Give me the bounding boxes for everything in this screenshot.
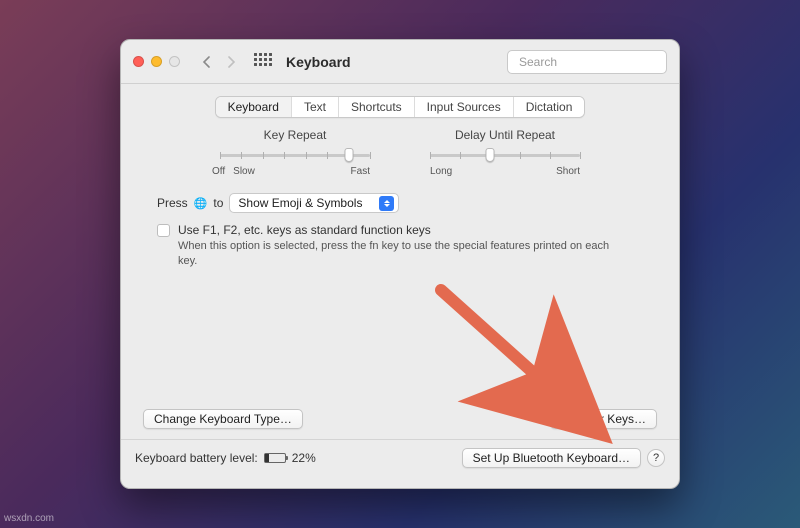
delay-repeat-label: Delay Until Repeat: [430, 128, 580, 142]
chevron-left-icon: [202, 56, 212, 68]
key-repeat-legend-slow: Slow: [233, 166, 255, 177]
modifier-keys-button[interactable]: Modifier Keys…: [550, 409, 657, 429]
battery-icon: [264, 453, 286, 463]
key-repeat-label: Key Repeat: [220, 128, 370, 142]
fn-keys-label: Use F1, F2, etc. keys as standard functi…: [178, 223, 618, 237]
slider-row: Key Repeat Off Slow: [121, 128, 679, 177]
fn-keys-row: Use F1, F2, etc. keys as standard functi…: [157, 223, 643, 269]
help-button[interactable]: ?: [647, 449, 665, 467]
zoom-button[interactable]: [169, 56, 180, 67]
key-repeat-group: Key Repeat Off Slow: [220, 128, 370, 177]
tab-shortcuts[interactable]: Shortcuts: [339, 97, 415, 117]
battery-percent: 22%: [292, 451, 316, 465]
search-input[interactable]: [519, 55, 674, 69]
back-button[interactable]: [196, 51, 218, 73]
search-field[interactable]: [507, 50, 667, 74]
content-pane: Keyboard Text Shortcuts Input Sources Di…: [121, 84, 679, 488]
tab-input-sources[interactable]: Input Sources: [415, 97, 514, 117]
delay-repeat-slider[interactable]: [430, 148, 580, 164]
nav-buttons: [196, 51, 242, 73]
tab-keyboard[interactable]: Keyboard: [216, 97, 292, 117]
setup-bluetooth-keyboard-button[interactable]: Set Up Bluetooth Keyboard…: [462, 448, 641, 468]
minimize-button[interactable]: [151, 56, 162, 67]
keyboard-action-buttons: Change Keyboard Type… Modifier Keys…: [143, 409, 657, 429]
window-controls: [133, 56, 180, 67]
battery-label: Keyboard battery level:: [135, 451, 258, 465]
tab-dictation[interactable]: Dictation: [514, 97, 585, 117]
key-repeat-slider[interactable]: [220, 148, 370, 164]
close-button[interactable]: [133, 56, 144, 67]
delay-repeat-legend-short: Short: [556, 166, 580, 177]
change-keyboard-type-button[interactable]: Change Keyboard Type…: [143, 409, 303, 429]
delay-repeat-thumb[interactable]: [486, 148, 495, 162]
forward-button[interactable]: [220, 51, 242, 73]
select-stepper-icon: [379, 196, 394, 211]
delay-repeat-legend-long: Long: [430, 166, 452, 177]
delay-repeat-group: Delay Until Repeat Long Short: [430, 128, 580, 177]
tab-text[interactable]: Text: [292, 97, 339, 117]
chevron-right-icon: [226, 56, 236, 68]
show-all-prefs-button[interactable]: [254, 53, 272, 71]
preferences-window: Keyboard Keyboard Text Shortcuts Input S…: [120, 39, 680, 489]
globe-icon: 🌐: [194, 197, 208, 210]
tab-bar: Keyboard Text Shortcuts Input Sources Di…: [215, 96, 586, 118]
divider: [121, 439, 679, 440]
key-repeat-legend-fast: Fast: [351, 166, 370, 177]
watermark-text: wsxdn.com: [4, 513, 54, 524]
titlebar: Keyboard: [121, 40, 679, 84]
key-repeat-legend-off: Off: [212, 166, 225, 177]
window-title: Keyboard: [286, 54, 351, 70]
fn-keys-description: When this option is selected, press the …: [178, 239, 618, 269]
fn-keys-checkbox[interactable]: [157, 224, 170, 237]
globe-action-select[interactable]: Show Emoji & Symbols: [229, 193, 399, 213]
footer-row: Keyboard battery level: 22% Set Up Bluet…: [135, 448, 665, 468]
key-repeat-thumb[interactable]: [344, 148, 353, 162]
press-label-suffix: to: [213, 196, 223, 210]
press-label-prefix: Press: [157, 196, 188, 210]
press-globe-row: Press 🌐 to Show Emoji & Symbols: [157, 193, 643, 213]
globe-action-value: Show Emoji & Symbols: [238, 196, 362, 210]
